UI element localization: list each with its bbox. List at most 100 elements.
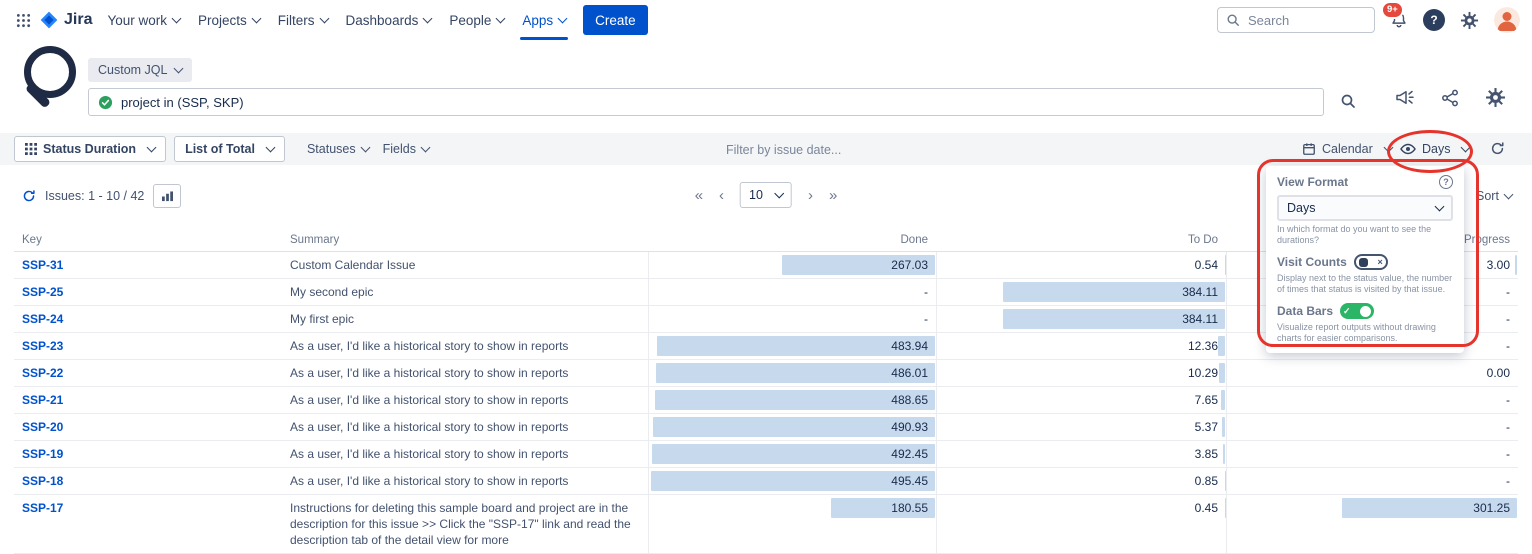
duration-cell: 384.11: [936, 306, 1226, 332]
share-button[interactable]: [1441, 89, 1459, 107]
issues-count-label: Issues: 1 - 10 / 42: [45, 189, 144, 203]
magnifier-logo: [20, 46, 82, 110]
issue-key-link[interactable]: SSP-22: [14, 360, 282, 386]
table-row: SSP-20As a user, I'd like a historical s…: [14, 414, 1518, 441]
nav-item-projects[interactable]: Projects: [189, 0, 269, 40]
global-search[interactable]: [1217, 7, 1375, 33]
jira-logo-icon: [39, 10, 59, 30]
issue-key-link[interactable]: SSP-25: [14, 279, 282, 305]
duration-cell: -: [1226, 468, 1518, 494]
nav-item-label: Filters: [278, 13, 315, 28]
issue-key-link[interactable]: SSP-24: [14, 306, 282, 332]
chevron-down-icon: [360, 142, 370, 152]
table-row: SSP-21As a user, I'd like a historical s…: [14, 387, 1518, 414]
data-bars-help-text: Visualize report outputs without drawing…: [1277, 322, 1453, 344]
next-page-button[interactable]: ›: [808, 188, 813, 203]
chart-view-button[interactable]: [153, 184, 181, 208]
chevron-down-icon: [319, 13, 329, 23]
notifications-button[interactable]: 9+: [1390, 11, 1408, 29]
format-select[interactable]: Days: [1277, 195, 1453, 221]
refresh-button[interactable]: [22, 189, 36, 203]
chevron-down-icon: [266, 142, 276, 152]
issue-summary: As a user, I'd like a historical story t…: [282, 441, 648, 467]
issue-key-link[interactable]: SSP-17: [14, 495, 282, 553]
issue-key-link[interactable]: SSP-19: [14, 441, 282, 467]
issue-key-link[interactable]: SSP-18: [14, 468, 282, 494]
issue-key-link[interactable]: SSP-20: [14, 414, 282, 440]
column-header-summary[interactable]: Summary: [282, 229, 648, 251]
data-bar: [1219, 363, 1225, 383]
first-page-button[interactable]: «: [695, 188, 703, 203]
issue-key-link[interactable]: SSP-21: [14, 387, 282, 413]
bar-chart-icon: [161, 191, 174, 202]
column-header-done[interactable]: Done: [648, 229, 936, 251]
report-settings-button[interactable]: [1485, 87, 1506, 108]
toolbar-left-group: Status Duration List of Total Statuses F…: [14, 136, 429, 162]
chevron-down-icon: [558, 13, 568, 23]
sort-dropdown[interactable]: Sort: [1476, 189, 1512, 203]
page-size-value: 10: [749, 188, 763, 202]
issue-summary: As a user, I'd like a historical story t…: [282, 414, 648, 440]
nav-item-your-work[interactable]: Your work: [98, 0, 189, 40]
fields-dropdown[interactable]: Fields: [383, 142, 429, 156]
run-search-button[interactable]: [1340, 93, 1356, 109]
nav-item-apps[interactable]: Apps: [513, 0, 575, 40]
format-help-text: In which format do you want to see the d…: [1277, 224, 1453, 246]
data-bars-toggle[interactable]: ✓: [1340, 303, 1374, 319]
query-mode-dropdown[interactable]: Custom JQL: [88, 58, 192, 82]
nav-item-label: Dashboards: [346, 13, 419, 28]
page-size-select[interactable]: 10: [740, 182, 792, 208]
results-summary: Issues: 1 - 10 / 42: [22, 184, 181, 208]
duration-cell: 0.45: [936, 495, 1226, 553]
last-page-button[interactable]: »: [829, 188, 837, 203]
table-row: SSP-18As a user, I'd like a historical s…: [14, 468, 1518, 495]
pagination: « ‹ 10 › »: [695, 182, 838, 208]
issue-date-filter-input[interactable]: [724, 133, 958, 167]
issue-summary: As a user, I'd like a historical story t…: [282, 468, 648, 494]
calendar-icon: [1302, 142, 1316, 156]
query-mode-label: Custom JQL: [98, 63, 167, 77]
duration-cell: 488.65: [648, 387, 936, 413]
duration-cell: 486.01: [648, 360, 936, 386]
create-button[interactable]: Create: [583, 5, 648, 35]
nav-item-label: Apps: [522, 13, 553, 28]
help-button[interactable]: ?: [1423, 9, 1445, 31]
search-input[interactable]: [1246, 12, 1366, 29]
column-header-to-do[interactable]: To Do: [936, 229, 1226, 251]
issue-key-link[interactable]: SSP-31: [14, 252, 282, 278]
profile-avatar[interactable]: [1494, 7, 1520, 33]
jql-input[interactable]: project in (SSP, SKP): [88, 88, 1324, 116]
view-format-label: Days: [1422, 142, 1450, 156]
list-mode-dropdown[interactable]: List of Total: [174, 136, 285, 162]
settings-button[interactable]: [1460, 11, 1479, 30]
sync-button[interactable]: [1490, 141, 1505, 156]
nav-item-filters[interactable]: Filters: [269, 0, 337, 40]
popup-help-button[interactable]: ?: [1439, 175, 1453, 189]
app-switcher-button[interactable]: [12, 9, 35, 32]
chevron-down-icon: [423, 13, 433, 23]
issue-key-link[interactable]: SSP-23: [14, 333, 282, 359]
chevron-down-icon: [251, 13, 261, 23]
column-header-key[interactable]: Key: [14, 229, 282, 251]
duration-cell: -: [648, 306, 936, 332]
check-icon: ✓: [1343, 307, 1351, 316]
list-mode-label: List of Total: [185, 142, 255, 156]
previous-page-button[interactable]: ‹: [719, 188, 724, 203]
view-format-dropdown-button[interactable]: Days: [1400, 133, 1469, 165]
duration-cell: 495.45: [648, 468, 936, 494]
chevron-down-icon: [496, 13, 506, 23]
format-select-value: Days: [1287, 201, 1315, 215]
calendar-dropdown[interactable]: Calendar: [1302, 133, 1392, 165]
nav-item-people[interactable]: People: [440, 0, 513, 40]
chevron-down-icon: [1383, 142, 1393, 152]
share-icon: [1441, 89, 1459, 107]
gear-icon: [1460, 11, 1479, 30]
announcement-button[interactable]: [1394, 88, 1415, 107]
statuses-dropdown[interactable]: Statuses: [307, 142, 369, 156]
jira-logo[interactable]: Jira: [39, 10, 92, 30]
duration-cell: 492.45: [648, 441, 936, 467]
report-type-dropdown[interactable]: Status Duration: [14, 136, 166, 162]
duration-cell: 0.00: [1226, 360, 1518, 386]
nav-item-dashboards[interactable]: Dashboards: [337, 0, 441, 40]
visit-counts-toggle[interactable]: ×: [1354, 254, 1388, 270]
